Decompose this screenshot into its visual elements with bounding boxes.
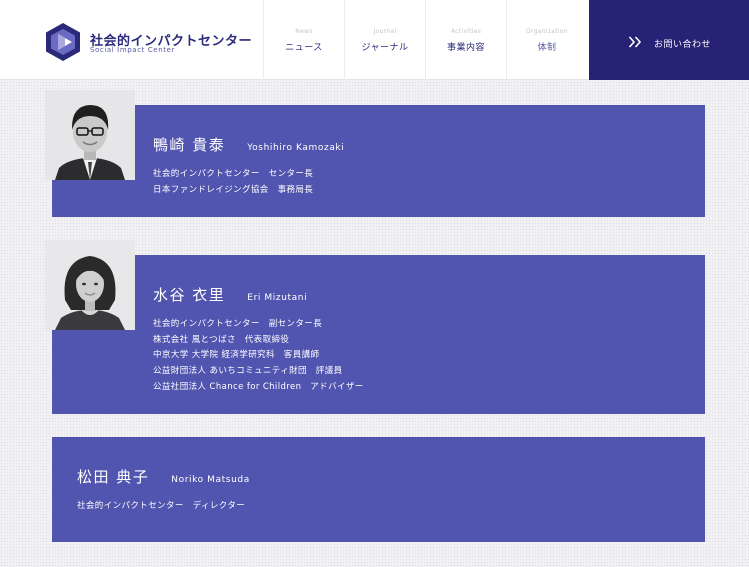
member-role: 社会的インパクトセンター ディレクター [77, 501, 246, 511]
site-logo[interactable]: 社会的インパクトセンター Social Impact Center [44, 22, 264, 62]
nav-label-jp: ジャーナル [361, 42, 409, 53]
nav-label-jp: 体制 [537, 42, 557, 53]
member-role: 株式会社 風とつばさ 代表取締役 [153, 334, 290, 345]
nav-item-journal[interactable]: Journal ジャーナル [344, 0, 425, 80]
site-name-en: Social Impact Center [90, 46, 175, 54]
member-role: 公益財団法人 あいちコミュニティ財団 評議員 [153, 366, 343, 377]
member-name-jp: 水谷 衣里 [153, 286, 226, 304]
member-card [52, 437, 705, 542]
member-card [52, 105, 705, 217]
member-role: 社会的インパクトセンター 副センター長 [153, 319, 323, 329]
member-name-jp: 松田 典子 [77, 468, 150, 486]
nav-label-en: Activities [450, 27, 482, 35]
nav-label-en: Journal [373, 27, 397, 35]
member-photo [45, 240, 135, 330]
member-card [52, 255, 705, 414]
member-roles: 社会的インパクトセンター センター長 日本ファンドレイジング協会 事務局長 [153, 167, 313, 198]
member-name-jp: 鴨崎 貴泰 [153, 136, 226, 154]
nav-label-en: News [295, 27, 313, 35]
nav-item-news[interactable]: News ニュース [263, 0, 344, 80]
nav-label-jp: 事業内容 [446, 42, 485, 53]
main-nav: News ニュース Journal ジャーナル Activities 事業内容 … [263, 0, 587, 80]
member-role: 公益社団法人 Chance for Children アドバイザー [153, 381, 364, 392]
member-name-en: Yoshihiro Kamozaki [247, 143, 345, 153]
nav-label-en: Organization [526, 27, 568, 35]
member-name: 水谷 衣里 Eri Mizutani [153, 284, 307, 305]
member-name-en: Eri Mizutani [247, 293, 308, 303]
member-roles: 社会的インパクトセンター ディレクター [77, 499, 245, 515]
nav-label-jp: ニュース [285, 42, 323, 53]
member-photo [45, 90, 135, 180]
nav-item-activities[interactable]: Activities 事業内容 [425, 0, 506, 80]
member-role: 社会的インパクトセンター センター長 [153, 169, 314, 179]
member-role: 日本ファンドレイジング協会 事務局長 [153, 184, 314, 195]
double-chevron-right-icon [628, 36, 642, 48]
logo-hexagon-icon [46, 23, 80, 61]
member-name-en: Noriko Matsuda [171, 475, 250, 485]
nav-item-organization[interactable]: Organization 体制 [506, 0, 587, 80]
member-roles: 社会的インパクトセンター 副センター長 株式会社 風とつばさ 代表取締役 中京大… [153, 317, 364, 396]
member-name: 松田 典子 Noriko Matsuda [77, 466, 250, 487]
member-name: 鴨崎 貴泰 Yoshihiro Kamozaki [153, 134, 344, 155]
contact-label: お問い合わせ [654, 40, 712, 50]
member-role: 中京大学 大学院 経済学研究科 客員講師 [153, 350, 320, 361]
site-header: 社会的インパクトセンター Social Impact Center News ニ… [0, 0, 749, 80]
